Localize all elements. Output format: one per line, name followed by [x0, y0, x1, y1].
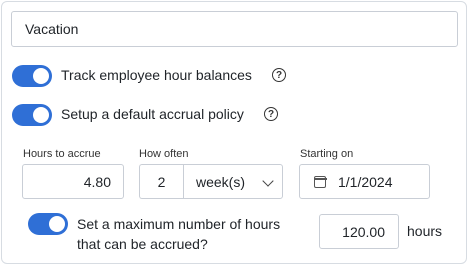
hours-to-accrue-label: Hours to accrue	[23, 148, 101, 160]
how-often-number-input[interactable]: 2	[139, 164, 183, 199]
max-hours-unit: hours	[407, 223, 443, 239]
toggle-knob	[33, 107, 49, 123]
starting-on-label: Starting on	[300, 148, 354, 160]
track-balances-label: Track employee hour balances	[61, 67, 252, 83]
max-hours-input[interactable]: 120.00	[319, 214, 399, 249]
hours-to-accrue-value: 4.80	[83, 173, 111, 190]
policy-name-input[interactable]: Vacation	[11, 11, 458, 47]
accrual-policy-panel: Vacation Track employee hour balances ? …	[1, 1, 467, 264]
help-icon[interactable]: ?	[272, 68, 286, 82]
accrual-policy-label: Setup a default accrual policy	[61, 106, 244, 122]
max-hours-value: 120.00	[342, 223, 385, 240]
max-hours-label: Set a maximum number of hours that can b…	[77, 216, 281, 252]
how-often-label: How often	[139, 148, 189, 160]
help-icon[interactable]: ?	[264, 107, 278, 121]
chevron-down-icon	[262, 175, 274, 187]
calendar-icon	[313, 175, 327, 188]
toggle-knob	[49, 216, 65, 232]
policy-name-value: Vacation	[25, 21, 79, 37]
how-often-unit-value: week(s)	[196, 173, 246, 190]
toggle-knob	[33, 68, 49, 84]
starting-on-value: 1/1/2024	[338, 173, 393, 190]
how-often-number-value: 2	[157, 173, 166, 190]
hours-to-accrue-input[interactable]: 4.80	[22, 164, 124, 199]
starting-on-date-input[interactable]: 1/1/2024	[299, 164, 430, 199]
how-often-unit-select[interactable]: week(s)	[183, 164, 283, 199]
max-hours-toggle[interactable]	[28, 213, 68, 235]
accrual-policy-toggle[interactable]	[12, 104, 52, 126]
track-balances-toggle[interactable]	[12, 65, 52, 87]
